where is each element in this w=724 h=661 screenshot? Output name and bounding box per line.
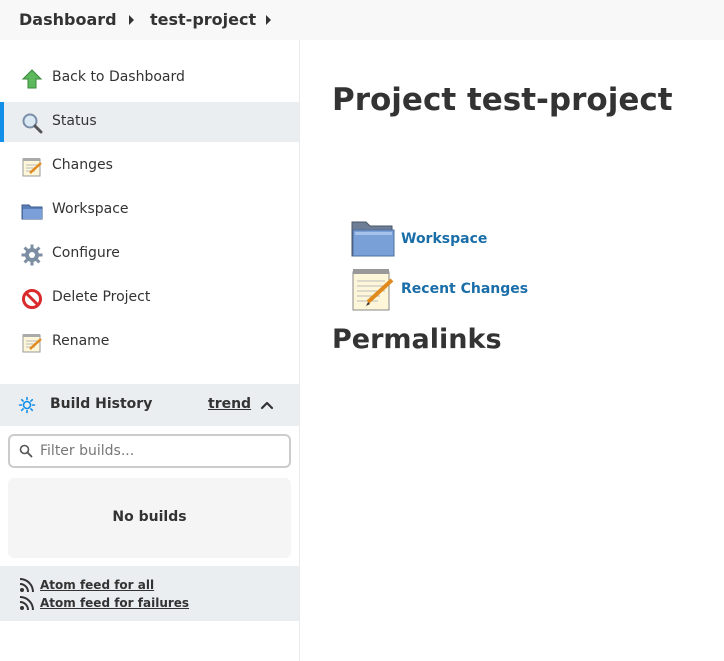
gear-icon	[20, 243, 44, 267]
notepad-icon	[350, 266, 396, 312]
search-icon	[19, 444, 33, 458]
breadcrumb-dashboard-menu-icon[interactable]	[129, 15, 134, 25]
feed-all-link[interactable]: Atom feed for all	[40, 578, 154, 592]
sidebar-item-label: Workspace	[52, 201, 129, 217]
breadcrumb-dashboard[interactable]: Dashboard	[19, 10, 117, 29]
recent-changes-link-row[interactable]: Recent Changes	[350, 266, 528, 312]
notepad-icon	[20, 331, 44, 355]
filter-builds-field[interactable]	[8, 434, 291, 468]
no-builds-text: No builds	[112, 509, 187, 525]
sidebar-item-changes[interactable]: Changes	[0, 146, 299, 186]
sidebar-item-workspace[interactable]: Workspace	[0, 190, 299, 230]
feed-all[interactable]: Atom feed for all	[19, 576, 154, 594]
sidebar-item-back-to-dashboard[interactable]: Back to Dashboard	[0, 58, 299, 98]
sidebar: Back to Dashboard Status Changes Workspa…	[0, 40, 300, 661]
atom-feeds: Atom feed for all Atom feed for failures	[0, 566, 299, 621]
sidebar-item-status[interactable]: Status	[0, 102, 299, 142]
sidebar-item-delete-project[interactable]: Delete Project	[0, 278, 299, 318]
magnifier-icon	[20, 111, 44, 135]
build-history-empty: No builds	[8, 478, 291, 558]
feed-failures[interactable]: Atom feed for failures	[19, 594, 189, 612]
recent-changes-link[interactable]: Recent Changes	[401, 281, 528, 297]
sidebar-item-label: Configure	[52, 245, 120, 261]
filter-builds-input[interactable]	[40, 441, 280, 461]
folder-icon	[20, 199, 44, 223]
no-entry-icon	[20, 287, 44, 311]
trend-link[interactable]: trend	[208, 396, 251, 412]
sidebar-item-configure[interactable]: Configure	[0, 234, 299, 274]
workspace-link-row[interactable]: Workspace	[350, 216, 487, 262]
page-title: Project test-project	[332, 82, 673, 118]
main-content: Project test-project Workspace Recent Ch…	[300, 40, 724, 661]
build-history-header: Build History trend	[0, 384, 299, 426]
rss-icon	[19, 595, 35, 611]
feed-failures-link[interactable]: Atom feed for failures	[40, 596, 189, 610]
sidebar-item-label: Delete Project	[52, 289, 151, 305]
permalinks-heading: Permalinks	[332, 324, 502, 355]
sidebar-item-rename[interactable]: Rename	[0, 322, 299, 362]
sidebar-item-label: Changes	[52, 157, 113, 173]
rss-icon	[19, 577, 35, 593]
up-arrow-icon	[20, 67, 44, 91]
chevron-up-icon[interactable]	[259, 397, 275, 413]
notepad-icon	[20, 155, 44, 179]
sidebar-item-label: Rename	[52, 333, 110, 349]
sidebar-item-label: Back to Dashboard	[52, 69, 185, 85]
build-history-icon	[18, 396, 36, 414]
build-history-title: Build History	[50, 396, 153, 412]
breadcrumb: Dashboard test-project	[0, 0, 724, 40]
sidebar-item-label: Status	[52, 113, 97, 129]
workspace-link[interactable]: Workspace	[401, 231, 487, 247]
breadcrumb-project-menu-icon[interactable]	[266, 15, 271, 25]
breadcrumb-test-project[interactable]: test-project	[150, 10, 256, 29]
folder-icon	[350, 216, 396, 262]
